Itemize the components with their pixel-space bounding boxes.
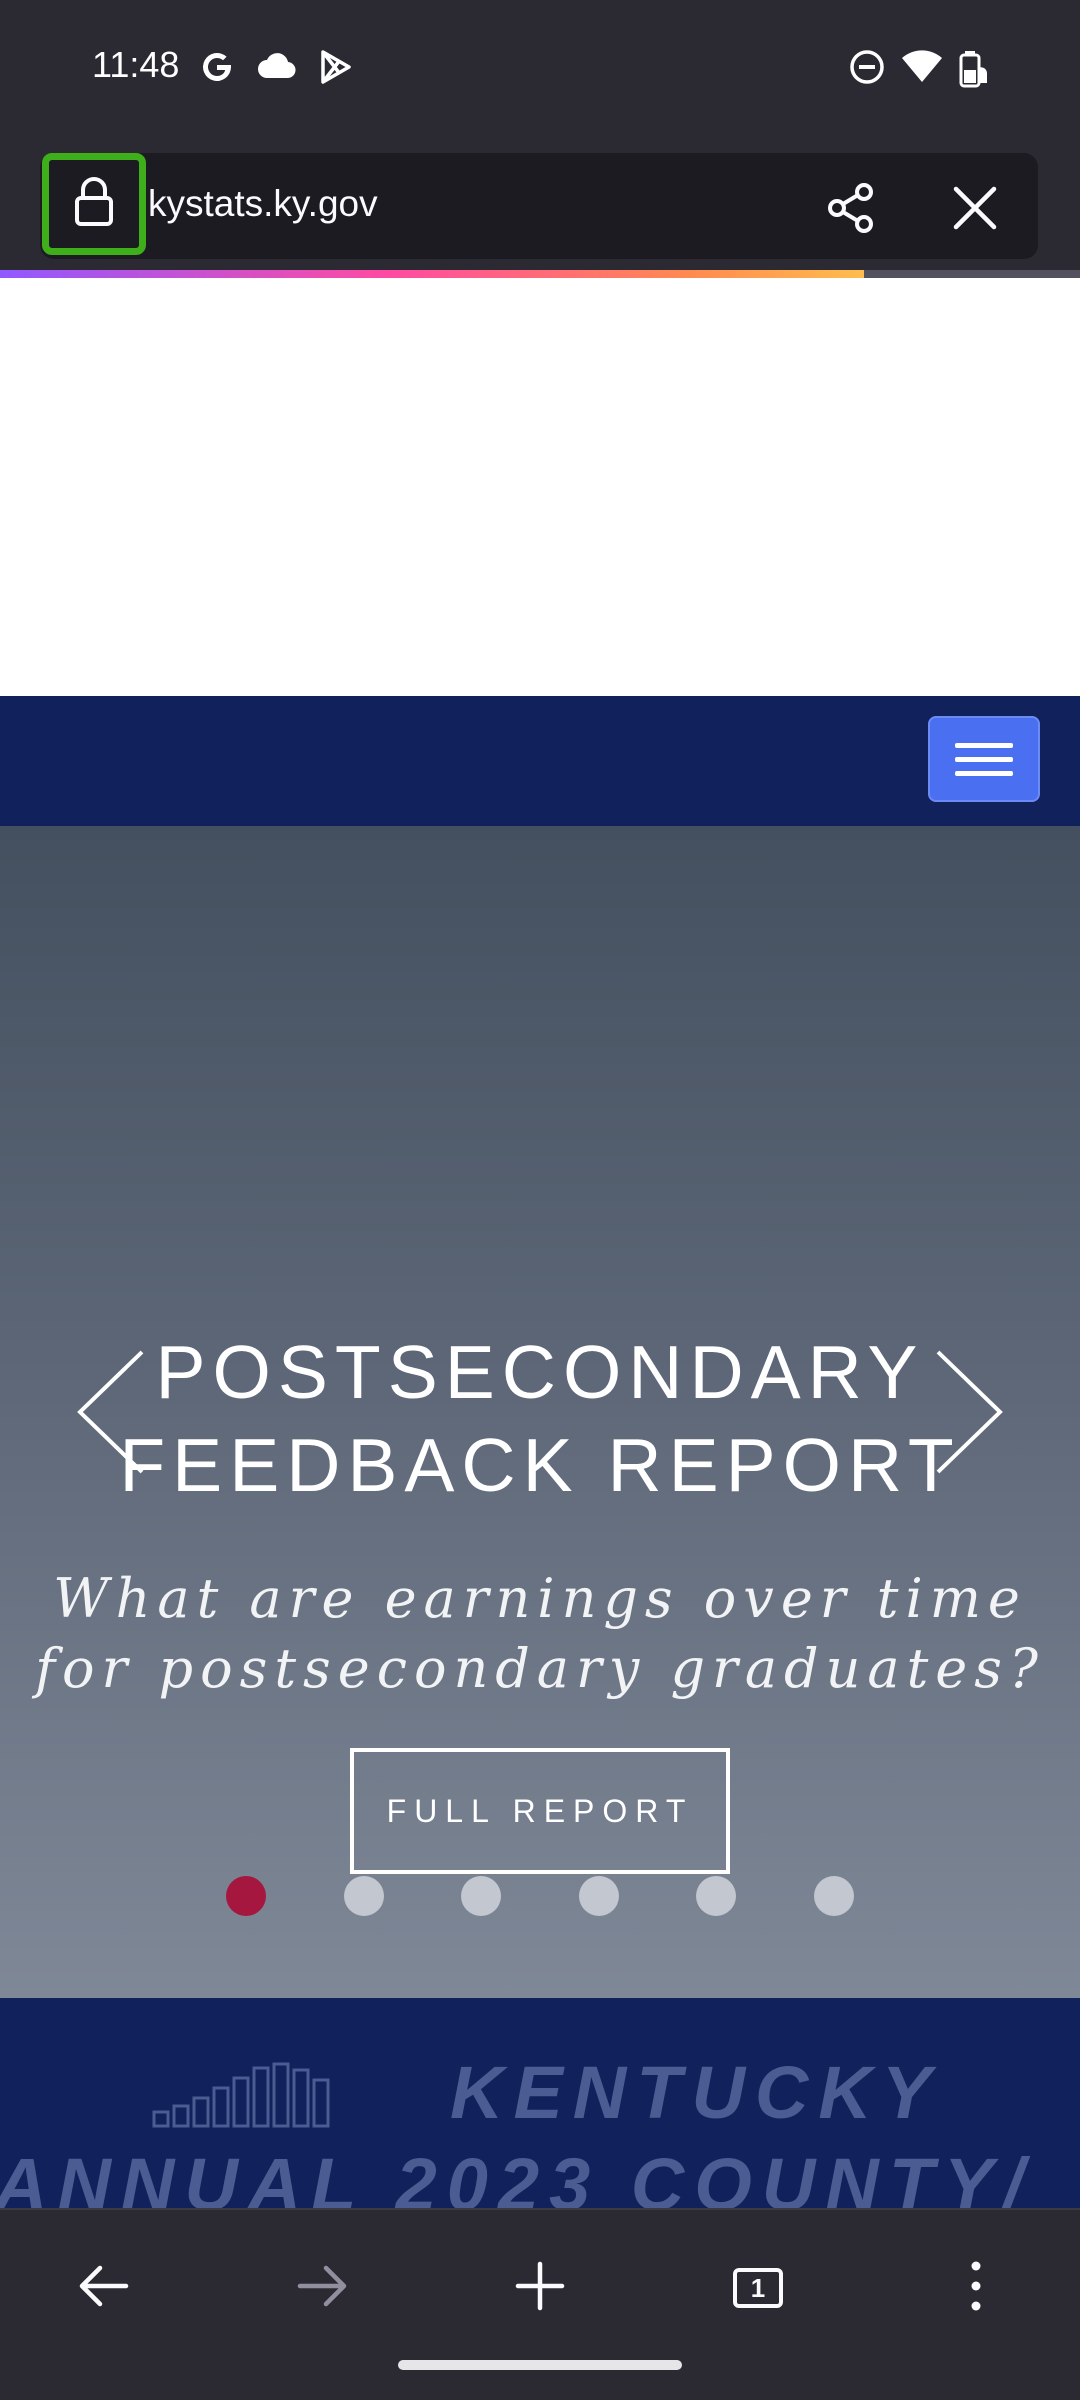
tabs-button[interactable]: 1	[708, 2238, 808, 2338]
share-button[interactable]	[816, 175, 886, 245]
close-icon	[952, 185, 998, 236]
browser-toolbar: kystats.ky.gov	[0, 135, 1080, 270]
tabs-icon: 1	[733, 2268, 783, 2308]
carousel-dot-3[interactable]	[461, 1876, 501, 1916]
page-header-blank	[0, 278, 1080, 696]
bottom-toolbar: 1	[0, 2208, 1080, 2400]
home-indicator[interactable]	[398, 2360, 682, 2370]
status-bar: 11:48	[0, 0, 1080, 135]
site-security-button[interactable]	[42, 153, 146, 255]
menu-icon	[970, 2260, 982, 2317]
tab-count: 1	[750, 2272, 766, 2303]
url-text[interactable]: kystats.ky.gov	[148, 183, 378, 225]
hamburger-menu-button[interactable]	[928, 716, 1040, 802]
new-tab-button[interactable]	[490, 2238, 590, 2338]
page-load-progress	[0, 270, 1080, 278]
battery-icon	[956, 48, 990, 93]
play-store-icon	[316, 48, 354, 91]
hero-subtitle: What are earnings over time for postseco…	[0, 1564, 1080, 1704]
hamburger-line	[955, 770, 1013, 776]
hamburger-line	[955, 742, 1013, 748]
banner-line1: KENTUCKY	[450, 2051, 942, 2134]
back-icon	[78, 2264, 130, 2313]
do-not-disturb-icon	[848, 48, 886, 91]
cloud-icon	[256, 48, 296, 89]
web-content: POSTSECONDARY FEEDBACK REPORT What are e…	[0, 278, 1080, 2208]
site-navbar	[0, 696, 1080, 826]
lock-icon	[72, 176, 116, 233]
carousel-dot-5[interactable]	[696, 1876, 736, 1916]
forward-button[interactable]	[272, 2238, 372, 2338]
hero-subtitle-line2: for postsecondary graduates?	[35, 1637, 1045, 1700]
carousel-dot-6[interactable]	[814, 1876, 854, 1916]
forward-icon	[296, 2264, 348, 2313]
menu-button[interactable]	[926, 2238, 1026, 2338]
page-load-progress-fill	[0, 270, 864, 278]
back-button[interactable]	[54, 2238, 154, 2338]
bar-chart-logo-icon	[152, 2062, 330, 2128]
share-icon	[825, 182, 877, 239]
kentucky-annual-banner[interactable]: KENTUCKY ANNUAL 2023 COUNTY/	[0, 1998, 1080, 2208]
carousel-dot-4[interactable]	[579, 1876, 619, 1916]
hamburger-line	[955, 756, 1013, 762]
banner-line2: ANNUAL 2023 COUNTY/	[0, 2143, 1034, 2208]
carousel-dot-1[interactable]	[226, 1876, 266, 1916]
wifi-icon	[900, 48, 944, 91]
new-tab-icon	[515, 2261, 565, 2316]
hero-title-line2: FEEDBACK REPORT	[119, 1423, 961, 1507]
full-report-button[interactable]: FULL REPORT	[350, 1748, 730, 1874]
hero-carousel: POSTSECONDARY FEEDBACK REPORT What are e…	[0, 826, 1080, 1998]
google-icon	[198, 48, 236, 91]
hero-title-line1: POSTSECONDARY	[155, 1330, 925, 1414]
hero-subtitle-line1: What are earnings over time	[53, 1567, 1027, 1630]
close-button[interactable]	[940, 175, 1010, 245]
carousel-dot-2[interactable]	[344, 1876, 384, 1916]
hero-title: POSTSECONDARY FEEDBACK REPORT	[0, 1326, 1080, 1512]
status-time: 11:48	[92, 44, 180, 85]
carousel-indicators	[0, 1876, 1080, 1916]
